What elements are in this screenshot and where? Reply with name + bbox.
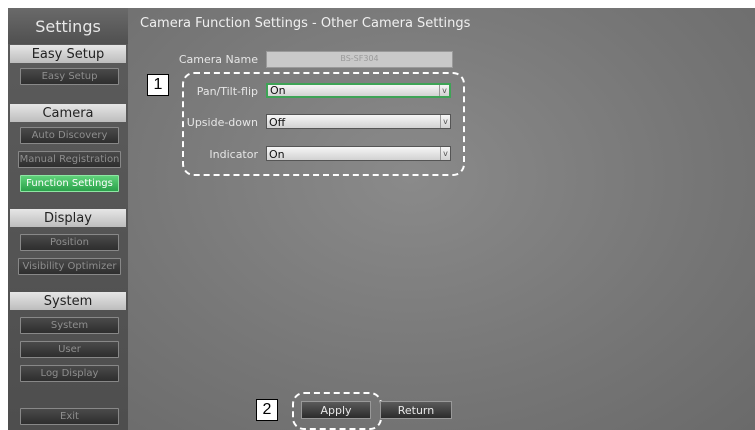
chevron-down-icon: v bbox=[439, 85, 449, 96]
sidebar-item-system[interactable]: System bbox=[20, 317, 119, 334]
pan-tilt-flip-value: On bbox=[270, 84, 286, 97]
return-button[interactable]: Return bbox=[380, 401, 452, 419]
exit-button[interactable]: Exit bbox=[20, 408, 119, 425]
pan-tilt-flip-select[interactable]: On v bbox=[266, 83, 451, 98]
section-system: System bbox=[10, 292, 126, 310]
sidebar-title: Settings bbox=[8, 8, 128, 44]
camera-name-label: Camera Name bbox=[178, 53, 258, 66]
chevron-down-icon: v bbox=[440, 115, 450, 128]
apply-button[interactable]: Apply bbox=[301, 401, 371, 419]
indicator-value: On bbox=[269, 148, 285, 161]
indicator-label: Indicator bbox=[209, 148, 258, 161]
app-window: Settings Easy Setup Easy Setup Camera Au… bbox=[0, 0, 755, 430]
sidebar-item-manual-registration[interactable]: Manual Registration bbox=[18, 151, 121, 168]
upside-down-select[interactable]: Off v bbox=[266, 114, 451, 129]
callout-number-2: 2 bbox=[256, 399, 278, 421]
sidebar-item-user[interactable]: User bbox=[20, 341, 119, 358]
upside-down-value: Off bbox=[269, 116, 286, 129]
camera-name-field: BS-SF304 bbox=[266, 51, 453, 68]
section-display: Display bbox=[10, 209, 126, 227]
sidebar-item-auto-discovery[interactable]: Auto Discovery bbox=[20, 127, 119, 144]
sidebar-item-visibility-optimizer[interactable]: Visibility Optimizer bbox=[18, 258, 121, 275]
section-easy-setup: Easy Setup bbox=[10, 45, 126, 63]
indicator-select[interactable]: On v bbox=[266, 146, 451, 161]
pan-tilt-flip-label: Pan/Tilt-flip bbox=[196, 85, 258, 98]
sidebar-item-position[interactable]: Position bbox=[20, 234, 119, 251]
sidebar-item-log-display[interactable]: Log Display bbox=[20, 365, 119, 382]
sidebar: Settings Easy Setup Easy Setup Camera Au… bbox=[8, 8, 128, 430]
upside-down-label: Upside-down bbox=[186, 116, 258, 129]
chevron-down-icon: v bbox=[440, 147, 450, 160]
sidebar-item-easy-setup[interactable]: Easy Setup bbox=[20, 68, 119, 85]
main-panel: Camera Function Settings - Other Camera … bbox=[128, 8, 755, 430]
section-camera: Camera bbox=[10, 104, 126, 122]
sidebar-item-function-settings[interactable]: Function Settings bbox=[20, 175, 119, 192]
page-title: Camera Function Settings - Other Camera … bbox=[140, 16, 471, 31]
